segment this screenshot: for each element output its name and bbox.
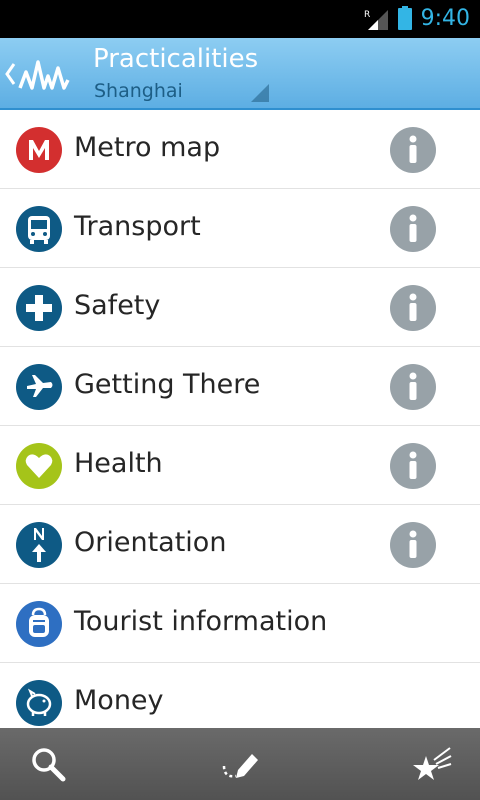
list-item-label: Orientation bbox=[74, 527, 227, 558]
airplane-icon bbox=[16, 364, 62, 410]
list-item-label: Health bbox=[74, 448, 163, 479]
list-item-label: Getting There bbox=[74, 369, 261, 400]
list-item-label: Safety bbox=[74, 290, 161, 321]
info-icon[interactable] bbox=[390, 206, 436, 252]
list-item-transport[interactable]: Transport bbox=[0, 189, 480, 268]
app-logo-icon[interactable] bbox=[18, 58, 70, 92]
bottom-toolbar bbox=[0, 728, 480, 800]
info-icon[interactable] bbox=[390, 127, 436, 173]
list-item-label: Transport bbox=[74, 211, 201, 242]
list-item-label: Tourist information bbox=[74, 606, 328, 637]
page-title[interactable]: Practicalities bbox=[93, 44, 258, 74]
back-chevron-icon[interactable] bbox=[4, 60, 16, 88]
list-item-getting-there[interactable]: Getting There bbox=[0, 347, 480, 426]
location-subtitle[interactable]: Shanghai bbox=[94, 80, 183, 102]
list-item-label: Money bbox=[74, 685, 164, 716]
favorites-icon bbox=[413, 747, 452, 780]
info-icon[interactable] bbox=[390, 285, 436, 331]
action-bar: Practicalities Shanghai bbox=[0, 38, 480, 110]
piggy-bank-icon bbox=[16, 680, 62, 726]
bus-icon bbox=[16, 206, 62, 252]
backpack-icon bbox=[16, 601, 62, 647]
info-icon[interactable] bbox=[390, 364, 436, 410]
status-bar: R 9:40 bbox=[0, 0, 480, 38]
heart-icon bbox=[16, 443, 62, 489]
list-item-safety[interactable]: Safety bbox=[0, 268, 480, 347]
list-item-orientation[interactable]: Orientation bbox=[0, 505, 480, 584]
favorites-button[interactable] bbox=[412, 744, 452, 784]
list-item-metro-map[interactable]: Metro map bbox=[0, 110, 480, 189]
clock: 9:40 bbox=[420, 6, 470, 31]
signal-letter: R bbox=[364, 10, 370, 20]
plus-icon bbox=[16, 285, 62, 331]
search-icon bbox=[32, 748, 66, 782]
practicalities-list: Metro map Transport Safety Getting There… bbox=[0, 110, 480, 742]
battery-icon bbox=[398, 6, 412, 30]
list-item-label: Metro map bbox=[74, 132, 221, 163]
itinerary-button[interactable] bbox=[220, 744, 260, 784]
info-icon[interactable] bbox=[390, 443, 436, 489]
itinerary-icon bbox=[222, 754, 258, 778]
info-icon[interactable] bbox=[390, 522, 436, 568]
compass-icon bbox=[16, 522, 62, 568]
metro-icon bbox=[16, 127, 62, 173]
dropdown-indicator-icon[interactable] bbox=[251, 84, 269, 102]
search-button[interactable] bbox=[28, 744, 68, 784]
signal-icon: R bbox=[364, 10, 388, 30]
list-item-tourist-information[interactable]: Tourist information bbox=[0, 584, 480, 663]
list-item-health[interactable]: Health bbox=[0, 426, 480, 505]
